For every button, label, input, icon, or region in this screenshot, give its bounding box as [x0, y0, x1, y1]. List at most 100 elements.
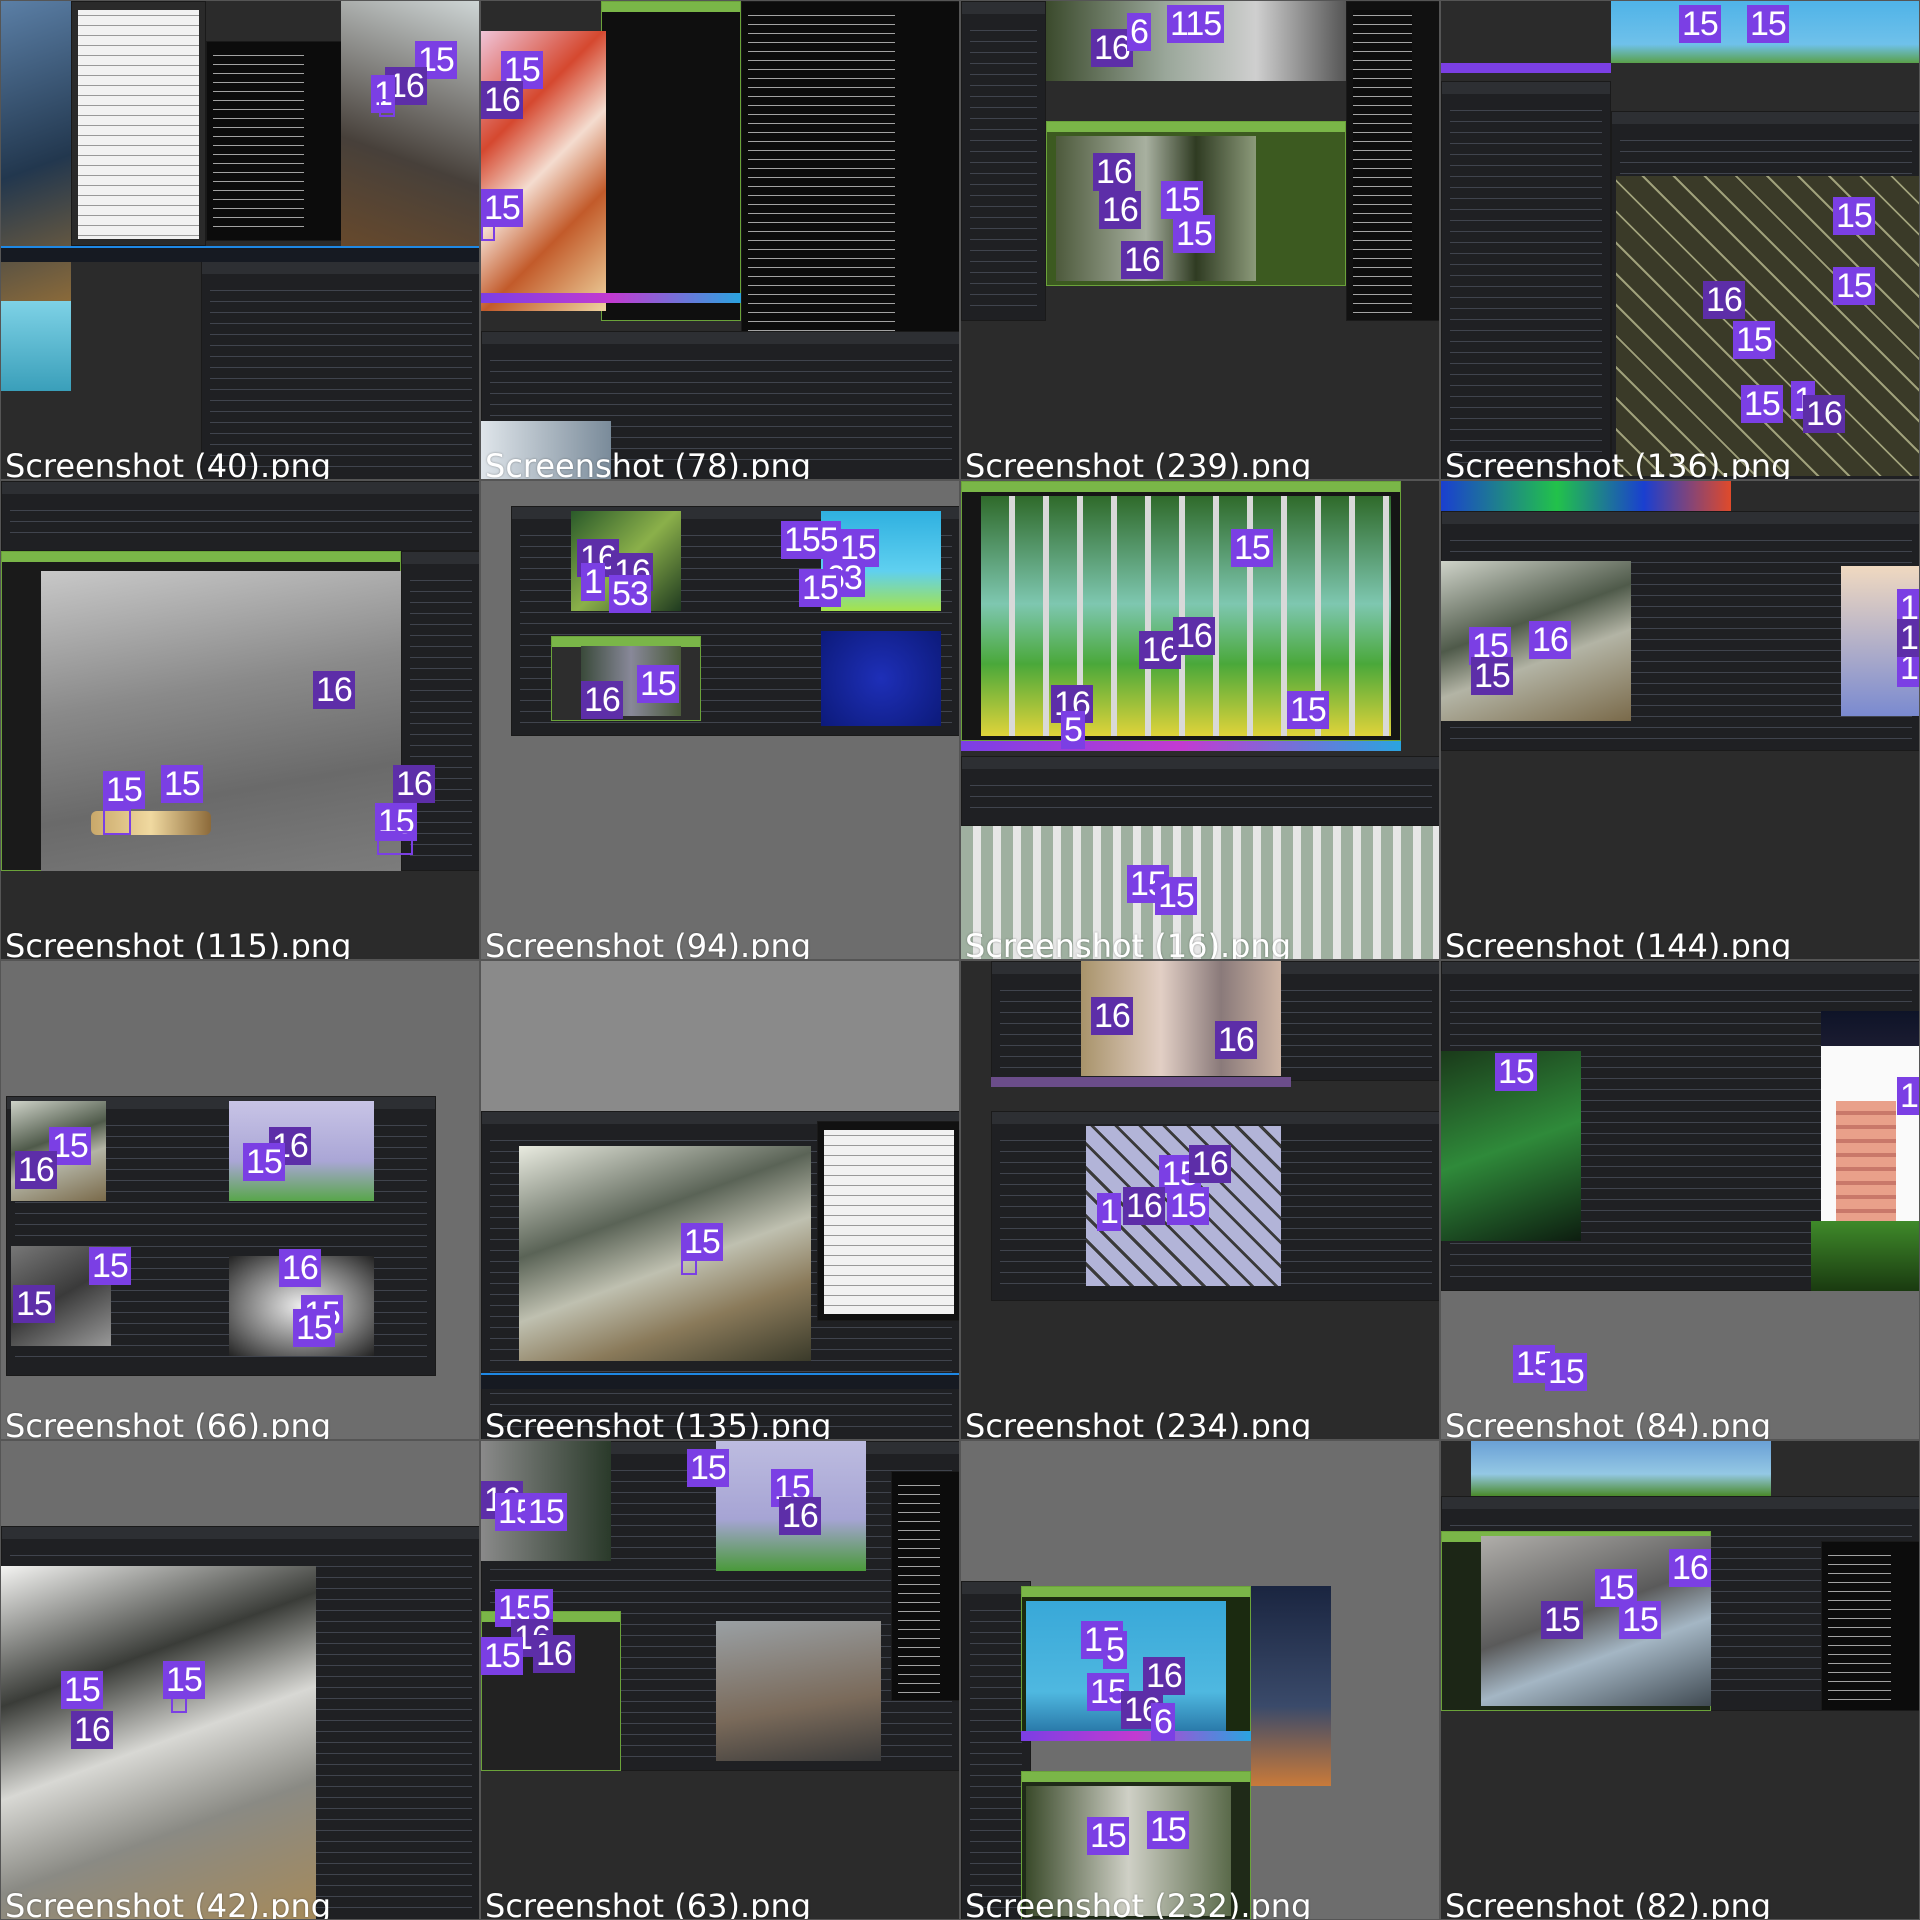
detection-label: 15	[1173, 215, 1215, 253]
detection-label: 16	[279, 1249, 321, 1287]
image-content	[1836, 1101, 1896, 1241]
filename-caption: Screenshot (42).png	[5, 1887, 332, 1920]
image-content	[821, 631, 941, 726]
filename-caption: Screenshot (63).png	[485, 1887, 812, 1920]
detection-label: 15	[1231, 529, 1273, 567]
detection-label: 16	[1529, 621, 1571, 659]
accent-bar	[961, 741, 1401, 751]
filename-caption: Screenshot (40).png	[5, 447, 332, 480]
detection-label: 16	[1123, 1187, 1165, 1225]
detection-label: 16	[1215, 1021, 1257, 1059]
detection-label: 16	[481, 81, 523, 119]
detection-box	[171, 1697, 187, 1713]
detection-label: 15	[1545, 1353, 1587, 1391]
detection-label: 15	[103, 771, 145, 809]
filename-caption: Screenshot (232).png	[965, 1887, 1312, 1920]
detection-label: 15	[1147, 1811, 1189, 1849]
detection-label: 16	[533, 1635, 575, 1673]
mosaic-tile: 15 5 15 16 16 6 15 15 Screenshot (232).p…	[960, 1440, 1440, 1920]
app-window-thumbnail	[1346, 1, 1439, 321]
detection-label: 53	[609, 575, 651, 613]
taskbar	[481, 1373, 959, 1389]
filename-caption: Screenshot (82).png	[1445, 1887, 1772, 1920]
image-content	[716, 1621, 881, 1761]
mosaic-tile: 16 15 15 16 15 Screenshot (115).png	[0, 480, 480, 960]
filename-caption: Screenshot (94).png	[485, 927, 812, 960]
detection-label: 16	[779, 1497, 821, 1535]
app-window-thumbnail	[891, 1471, 959, 1701]
detection-label: 15	[1897, 619, 1919, 657]
mosaic-tile: 15 15 16 Screenshot (42).png	[0, 1440, 480, 1920]
detection-label: 15	[1619, 1601, 1661, 1639]
filename-caption: Screenshot (16).png	[965, 927, 1292, 960]
filename-caption: Screenshot (115).png	[5, 927, 352, 960]
detection-label: 1	[1097, 1193, 1121, 1231]
mosaic-tile: 15 16 1 Screenshot (40).png	[0, 0, 480, 480]
detection-label: 16	[1143, 1657, 1185, 1695]
image-content	[481, 31, 606, 311]
detection-label: 16	[1121, 241, 1163, 279]
filename-caption: Screenshot (234).png	[965, 1407, 1312, 1440]
detection-label: 15	[681, 1223, 723, 1261]
image-content	[981, 496, 1391, 736]
mosaic-tile: 16 16 15 16 1 16 15 Screenshot (234).png	[960, 960, 1440, 1440]
app-window-thumbnail	[601, 1, 741, 321]
filename-caption: Screenshot (135).png	[485, 1407, 832, 1440]
taskbar	[1, 246, 479, 262]
mosaic-tile: 15 16 16 16 5 15 15 15 Screenshot (16).p…	[960, 480, 1440, 960]
accent-bar	[1021, 1731, 1251, 1741]
detection-label: 15	[243, 1143, 285, 1181]
detection-label: 16	[1703, 281, 1745, 319]
mosaic-tile: 16 16 1 53 155 15 63 15 15 16 Screenshot…	[480, 480, 960, 960]
detection-box	[681, 1257, 697, 1275]
detection-label: 5	[1103, 1631, 1127, 1669]
image-content	[1471, 1441, 1771, 1496]
mosaic-tile: 15 Screenshot (135).png	[480, 960, 960, 1440]
app-window-thumbnail	[741, 1, 959, 341]
mosaic-tile: 15 15 15 15 16 15 15 1 16 Screenshot (13…	[1440, 0, 1920, 480]
detection-label: 16	[1189, 1145, 1231, 1183]
image-content	[1441, 481, 1731, 511]
mosaic-tile: 15 15 16 15 16 15 Screenshot (144).png	[1440, 480, 1920, 960]
detection-label: 15	[293, 1309, 335, 1347]
image-content	[341, 1, 479, 261]
mosaic-tile: 16 15 15 15 15 16 15 5 16 15 16 Screensh…	[480, 1440, 960, 1920]
app-window-thumbnail	[817, 1121, 959, 1321]
app-window-thumbnail	[71, 1, 206, 246]
detection-label: 16	[313, 671, 355, 709]
detection-label: 16	[393, 765, 435, 803]
detection-label: 15	[637, 665, 679, 703]
detection-label: 6	[1151, 1703, 1175, 1741]
app-window-thumbnail	[206, 41, 346, 241]
detection-label: 16	[15, 1151, 57, 1189]
detection-label: 15	[1167, 1187, 1209, 1225]
detection-label: 15	[1471, 657, 1513, 695]
image-content	[1, 1566, 316, 1919]
detection-box	[379, 99, 395, 117]
detection-label: 1	[581, 563, 605, 601]
accent-bar	[481, 293, 741, 303]
detection-label: 15	[687, 1449, 729, 1487]
image-content	[519, 1146, 811, 1361]
detection-label: 115	[1167, 5, 1225, 43]
detection-label: 15	[481, 189, 523, 227]
app-window-thumbnail	[961, 756, 1439, 826]
detection-label: 15	[1287, 691, 1329, 729]
detection-label: 15	[161, 765, 203, 803]
filename-caption: Screenshot (136).png	[1445, 447, 1792, 480]
detection-label: 15	[525, 1493, 567, 1531]
mosaic-tile: 16 6 115 16 16 15 15 16 Screenshot (239)…	[960, 0, 1440, 480]
detection-label: 15	[1155, 877, 1197, 915]
image-content	[1811, 1221, 1919, 1291]
filename-caption: Screenshot (66).png	[5, 1407, 332, 1440]
accent-bar	[1441, 63, 1611, 73]
filename-caption: Screenshot (239).png	[965, 447, 1312, 480]
mosaic-tile: 15 16 15 Screenshot (78).png	[480, 0, 960, 480]
image-content	[1, 301, 71, 391]
detection-label: 15	[13, 1285, 55, 1323]
detection-label: 6	[1127, 13, 1151, 51]
detection-label: 15	[481, 1637, 523, 1675]
detection-box	[377, 831, 413, 855]
detection-box	[103, 809, 131, 835]
mosaic-tile: 16 15 15 15 Screenshot (82).png	[1440, 1440, 1920, 1920]
